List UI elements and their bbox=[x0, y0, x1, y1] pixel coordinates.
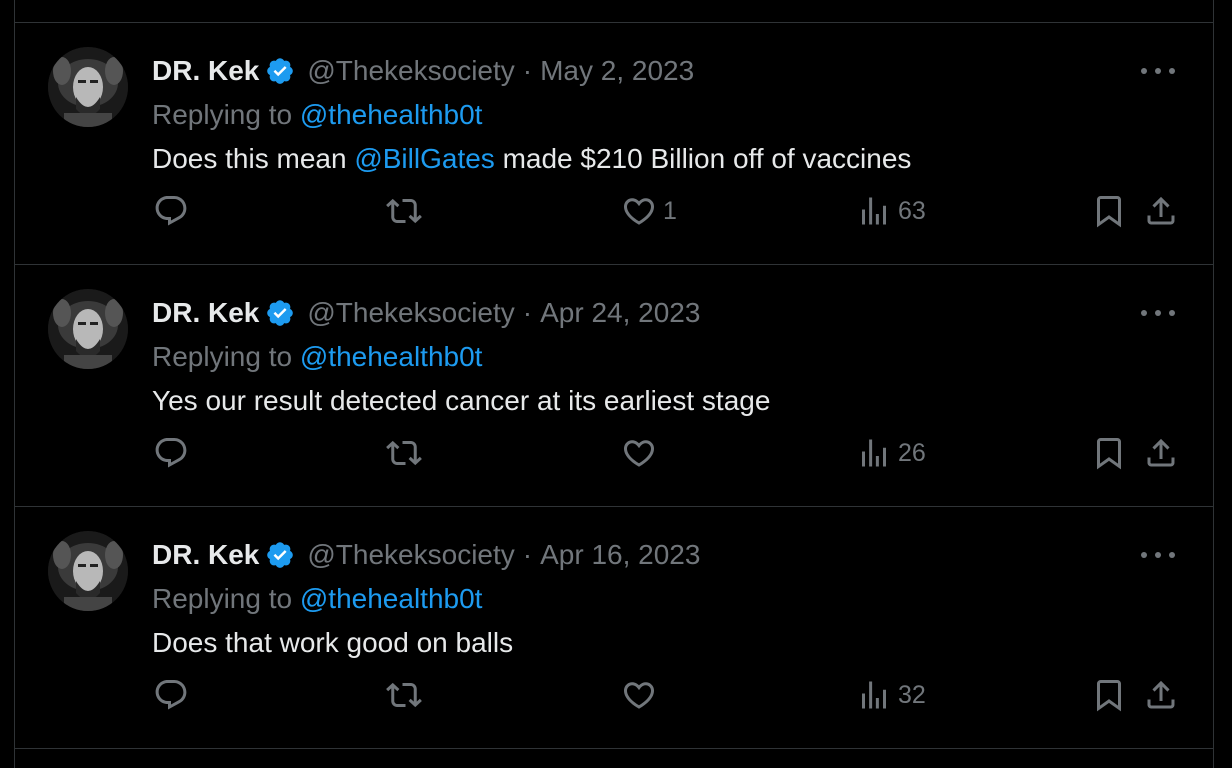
replying-to-line: Replying to @thehealthb0t bbox=[152, 97, 482, 133]
analytics-icon bbox=[862, 197, 886, 225]
views-button[interactable]: 32 bbox=[856, 673, 926, 717]
divider bbox=[15, 748, 1213, 749]
reply-button[interactable] bbox=[153, 673, 189, 717]
more-options-icon[interactable] bbox=[1141, 545, 1175, 565]
share-icon bbox=[1147, 196, 1175, 225]
more-options-icon[interactable] bbox=[1141, 61, 1175, 81]
bookmark-button[interactable] bbox=[1091, 673, 1127, 717]
bookmark-icon bbox=[1097, 680, 1121, 712]
analytics-icon bbox=[862, 681, 886, 709]
tweet-header: DR. Kek @Thekeksociety · Apr 24, 2023 bbox=[152, 295, 700, 331]
separator-dot: · bbox=[522, 539, 533, 570]
separator-dot: · bbox=[522, 55, 533, 86]
reply-icon bbox=[155, 196, 187, 226]
replying-to-label: Replying to bbox=[152, 341, 293, 372]
share-button[interactable] bbox=[1143, 673, 1179, 717]
replying-to-line: Replying to @thehealthb0t bbox=[152, 339, 482, 375]
tweet-text: Does this mean @BillGates made $210 Bill… bbox=[152, 140, 911, 178]
retweet-button[interactable] bbox=[386, 189, 422, 233]
retweet-button[interactable] bbox=[386, 431, 422, 475]
heart-icon bbox=[623, 682, 655, 709]
share-button[interactable] bbox=[1143, 431, 1179, 475]
share-icon bbox=[1147, 680, 1175, 709]
tweet-mention-link[interactable]: @BillGates bbox=[354, 143, 494, 174]
share-button[interactable] bbox=[1143, 189, 1179, 233]
more-options-icon[interactable] bbox=[1141, 303, 1175, 323]
bookmark-icon bbox=[1097, 196, 1121, 228]
timestamp[interactable]: Apr 16, 2023 bbox=[540, 537, 700, 573]
reply-button[interactable] bbox=[153, 189, 189, 233]
like-button[interactable] bbox=[621, 431, 663, 475]
retweet-icon bbox=[386, 198, 422, 224]
avatar[interactable] bbox=[48, 47, 128, 127]
views-button[interactable]: 63 bbox=[856, 189, 926, 233]
tweet-actions: 32 bbox=[15, 673, 1213, 717]
tweet-text-part: Does that work good on balls bbox=[152, 627, 514, 658]
display-name[interactable]: DR. Kek bbox=[152, 53, 259, 89]
timeline: DR. Kek @Thekeksociety · May 2, 2023 Rep… bbox=[14, 0, 1214, 768]
handle[interactable]: @Thekeksociety bbox=[307, 537, 514, 573]
avatar[interactable] bbox=[48, 289, 128, 369]
views-button[interactable]: 26 bbox=[856, 431, 926, 475]
tweet-text-part: Does this mean bbox=[152, 143, 355, 174]
bookmark-button[interactable] bbox=[1091, 431, 1127, 475]
tweet-actions: 1 63 bbox=[15, 189, 1213, 233]
tweet-text: Does that work good on balls bbox=[152, 624, 513, 662]
retweet-icon bbox=[386, 440, 422, 466]
tweet[interactable]: DR. Kek @Thekeksociety · Apr 16, 2023 Re… bbox=[15, 507, 1213, 748]
replying-to-mention[interactable]: @thehealthb0t bbox=[300, 583, 483, 614]
bookmark-icon bbox=[1097, 438, 1121, 470]
replying-to-line: Replying to @thehealthb0t bbox=[152, 581, 482, 617]
handle[interactable]: @Thekeksociety bbox=[307, 53, 514, 89]
heart-icon bbox=[623, 198, 655, 225]
like-count: 1 bbox=[663, 196, 677, 225]
replying-to-mention[interactable]: @thehealthb0t bbox=[300, 341, 483, 372]
verified-badge-icon bbox=[265, 540, 295, 570]
share-icon bbox=[1147, 438, 1175, 467]
tweet-header: DR. Kek @Thekeksociety · May 2, 2023 bbox=[152, 53, 694, 89]
reply-button[interactable] bbox=[153, 431, 189, 475]
display-name[interactable]: DR. Kek bbox=[152, 295, 259, 331]
display-name[interactable]: DR. Kek bbox=[152, 537, 259, 573]
views-count: 32 bbox=[898, 680, 926, 709]
verified-badge-icon bbox=[265, 298, 295, 328]
reply-icon bbox=[155, 680, 187, 710]
tweet-text-part: Yes our result detected cancer at its ea… bbox=[152, 385, 771, 416]
replying-to-mention[interactable]: @thehealthb0t bbox=[300, 99, 483, 130]
reply-icon bbox=[155, 438, 187, 468]
analytics-icon bbox=[862, 439, 886, 467]
replying-to-label: Replying to bbox=[152, 99, 293, 130]
tweet[interactable]: DR. Kek @Thekeksociety · May 2, 2023 Rep… bbox=[15, 23, 1213, 264]
tweet[interactable]: DR. Kek @Thekeksociety · Apr 24, 2023 Re… bbox=[15, 265, 1213, 506]
timestamp[interactable]: May 2, 2023 bbox=[540, 53, 694, 89]
heart-icon bbox=[623, 440, 655, 467]
tweet-text: Yes our result detected cancer at its ea… bbox=[152, 382, 770, 420]
handle[interactable]: @Thekeksociety bbox=[307, 295, 514, 331]
replying-to-label: Replying to bbox=[152, 583, 293, 614]
bookmark-button[interactable] bbox=[1091, 189, 1127, 233]
avatar[interactable] bbox=[48, 531, 128, 611]
verified-badge-icon bbox=[265, 56, 295, 86]
tweet-text-part: made $210 Billion off of vaccines bbox=[494, 143, 912, 174]
views-count: 26 bbox=[898, 438, 926, 467]
tweet-header: DR. Kek @Thekeksociety · Apr 16, 2023 bbox=[152, 537, 700, 573]
timestamp[interactable]: Apr 24, 2023 bbox=[540, 295, 700, 331]
tweet-actions: 26 bbox=[15, 431, 1213, 475]
views-count: 63 bbox=[898, 196, 926, 225]
separator-dot: · bbox=[522, 297, 533, 328]
retweet-button[interactable] bbox=[386, 673, 422, 717]
retweet-icon bbox=[386, 682, 422, 708]
like-button[interactable] bbox=[621, 673, 663, 717]
like-button[interactable]: 1 bbox=[621, 189, 677, 233]
